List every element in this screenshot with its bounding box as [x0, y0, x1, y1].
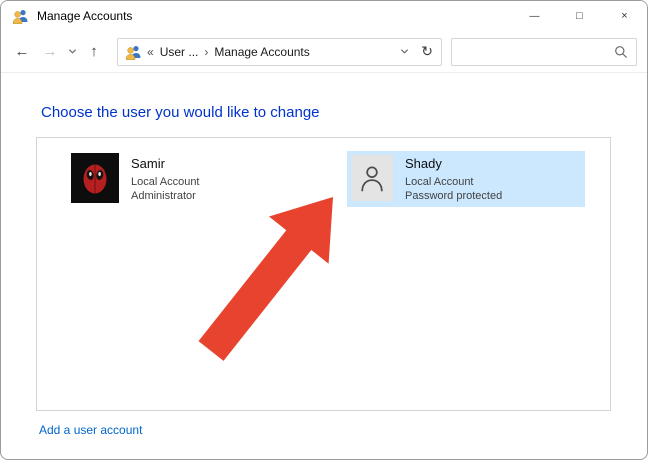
user-text: Shady Local Account Password protected: [405, 153, 502, 205]
add-user-account-link[interactable]: Add a user account: [39, 423, 142, 437]
content-area: Choose the user you would like to change: [1, 73, 647, 439]
minimize-button[interactable]: —: [512, 1, 557, 31]
window-controls: — □ ×: [512, 1, 647, 31]
user-name: Samir: [131, 156, 200, 171]
breadcrumb-separator: ›: [204, 45, 208, 59]
breadcrumb-collapse[interactable]: «: [147, 45, 154, 59]
user-tiles: Samir Local Account Administrator Shady: [37, 138, 610, 207]
page-title: Choose the user you would like to change: [41, 104, 647, 121]
up-button[interactable]: ↑: [81, 38, 107, 66]
breadcrumb-item-parent[interactable]: User ...: [160, 45, 199, 59]
forward-button[interactable]: →: [37, 38, 63, 66]
user-tile-shady[interactable]: Shady Local Account Password protected: [347, 151, 585, 207]
user-list: Samir Local Account Administrator Shady: [36, 137, 611, 411]
search-box[interactable]: [451, 38, 637, 66]
window-title: Manage Accounts: [37, 9, 132, 23]
maximize-button[interactable]: □: [557, 1, 602, 31]
close-button[interactable]: ×: [602, 1, 647, 31]
address-dropdown-chevron-icon[interactable]: [400, 45, 409, 59]
titlebar: Manage Accounts — □ ×: [1, 1, 647, 31]
user-accounts-icon: [12, 8, 28, 24]
back-button[interactable]: ←: [9, 38, 35, 66]
user-text: Samir Local Account Administrator: [131, 153, 200, 205]
history-chevron-down-icon[interactable]: [65, 38, 79, 66]
user-account-type: Local Account: [131, 175, 200, 189]
user-account-type: Local Account: [405, 175, 502, 189]
breadcrumb-item-current[interactable]: Manage Accounts: [214, 45, 309, 59]
user-name: Shady: [405, 156, 502, 171]
user-detail: Administrator: [131, 189, 200, 203]
refresh-button[interactable]: ↻: [419, 43, 435, 60]
breadcrumb[interactable]: « User ... › Manage Accounts ↻: [117, 38, 442, 66]
user-accounts-icon: [125, 44, 141, 60]
search-input[interactable]: [460, 44, 614, 60]
manage-accounts-window: Manage Accounts — □ × ← → ↑ « User ...: [0, 0, 648, 460]
samir-avatar: [71, 153, 119, 203]
user-detail: Password protected: [405, 189, 502, 203]
breadcrumb-right-controls: ↻: [400, 43, 435, 60]
shady-avatar: [351, 155, 393, 201]
navigation-bar: ← → ↑ « User ... › Manage Accounts: [1, 31, 647, 73]
user-tile-samir[interactable]: Samir Local Account Administrator: [67, 151, 305, 207]
search-icon[interactable]: [614, 45, 628, 59]
